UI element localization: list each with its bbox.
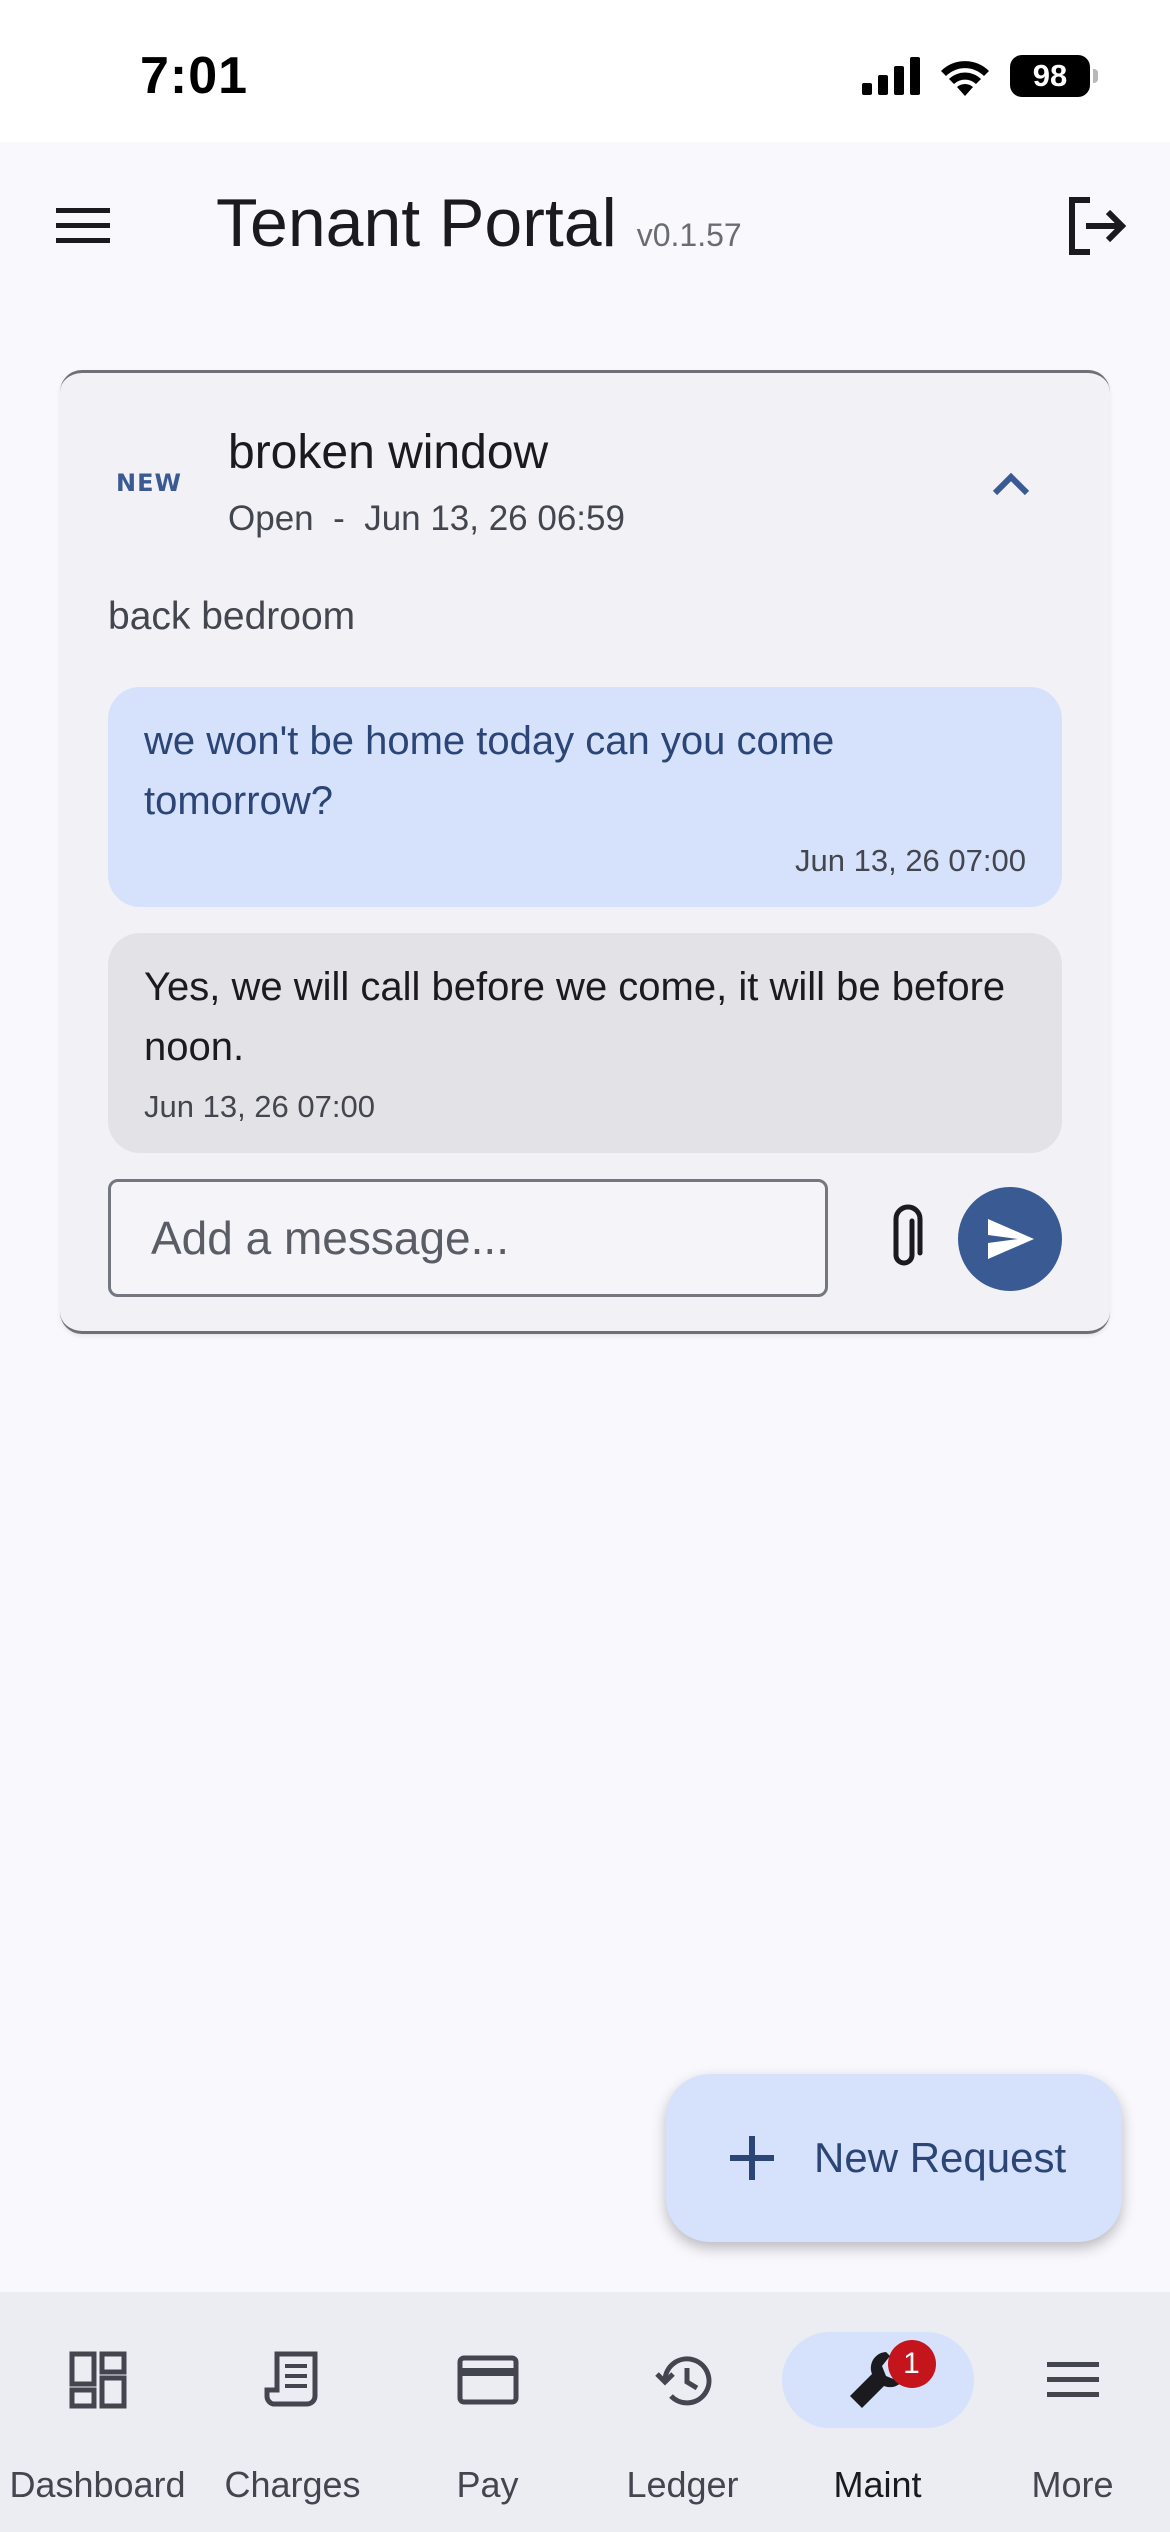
nav-label: Charges [224, 2464, 361, 2505]
menu-button[interactable] [48, 190, 118, 260]
bottom-navigation: Dashboard Charges Pay Ledger 1 Maint Mor… [0, 2292, 1170, 2532]
new-badge: NEW [116, 469, 182, 497]
status-icons: 98 [862, 55, 1098, 97]
page-title: Tenant Portal v0.1.57 [216, 184, 742, 262]
nav-item-more[interactable]: More [975, 2292, 1170, 2532]
chevron-up-icon [992, 472, 1030, 496]
new-request-button[interactable]: New Request [666, 2074, 1122, 2242]
attach-button[interactable] [866, 1199, 946, 1279]
battery-indicator: 98 [1010, 55, 1098, 97]
app-version: v0.1.57 [636, 217, 742, 253]
wifi-icon [941, 61, 989, 96]
signal-icon [862, 57, 920, 95]
message-timestamp: Jun 13, 26 07:00 [795, 843, 1026, 878]
message-timestamp: Jun 13, 26 07:00 [144, 1089, 375, 1124]
collapse-button[interactable] [970, 443, 1052, 525]
request-created-date: Jun 13, 26 06:59 [364, 499, 625, 538]
nav-label: Ledger [626, 2464, 739, 2505]
nav-item-charges[interactable]: Charges [195, 2292, 390, 2532]
notification-badge: 1 [887, 2340, 936, 2388]
nav-item-dashboard[interactable]: Dashboard [0, 2292, 195, 2532]
new-request-label: New Request [814, 2134, 1067, 2181]
app-title: Tenant Portal [216, 185, 617, 261]
message-bubble-sent: we won't be home today can you come tomo… [108, 687, 1062, 907]
request-subtitle: Open - Jun 13, 26 06:59 [228, 499, 625, 539]
nav-label: More [1031, 2464, 1114, 2505]
logout-icon [1069, 197, 1127, 255]
logout-button[interactable] [1060, 190, 1132, 262]
receipt-icon [264, 2351, 317, 2407]
nav-item-ledger[interactable]: Ledger [585, 2292, 780, 2532]
subtitle-separator: - [333, 499, 345, 538]
credit-card-icon [457, 2355, 518, 2405]
message-text: we won't be home today can you come tomo… [144, 719, 835, 823]
dashboard-icon [69, 2351, 126, 2409]
nav-label: Pay [456, 2464, 519, 2505]
message-text: Yes, we will call before we come, it wil… [144, 965, 1006, 1069]
request-description: back bedroom [108, 595, 356, 638]
status-bar: 7:01 98 [0, 0, 1170, 142]
request-status: Open [228, 499, 314, 538]
status-time: 7:01 [140, 47, 249, 105]
app-bar: Tenant Portal v0.1.57 [0, 142, 1170, 302]
nav-item-pay[interactable]: Pay [390, 2292, 585, 2532]
menu-icon [1046, 2362, 1099, 2397]
send-button[interactable] [958, 1187, 1062, 1291]
message-bubble-received: Yes, we will call before we come, it wil… [108, 933, 1062, 1153]
history-icon [654, 2356, 711, 2406]
plus-icon [730, 2136, 774, 2180]
nav-item-maint[interactable]: 1 Maint [780, 2292, 975, 2532]
hamburger-icon [56, 208, 110, 243]
request-title: broken window [228, 426, 549, 479]
paperclip-icon [893, 1204, 923, 1266]
message-input[interactable] [108, 1179, 828, 1297]
send-icon [988, 1219, 1034, 1259]
maintenance-request-card: NEW broken window Open - Jun 13, 26 06:5… [60, 370, 1110, 1334]
nav-label: Dashboard [9, 2464, 186, 2505]
nav-label: Maint [833, 2464, 922, 2505]
